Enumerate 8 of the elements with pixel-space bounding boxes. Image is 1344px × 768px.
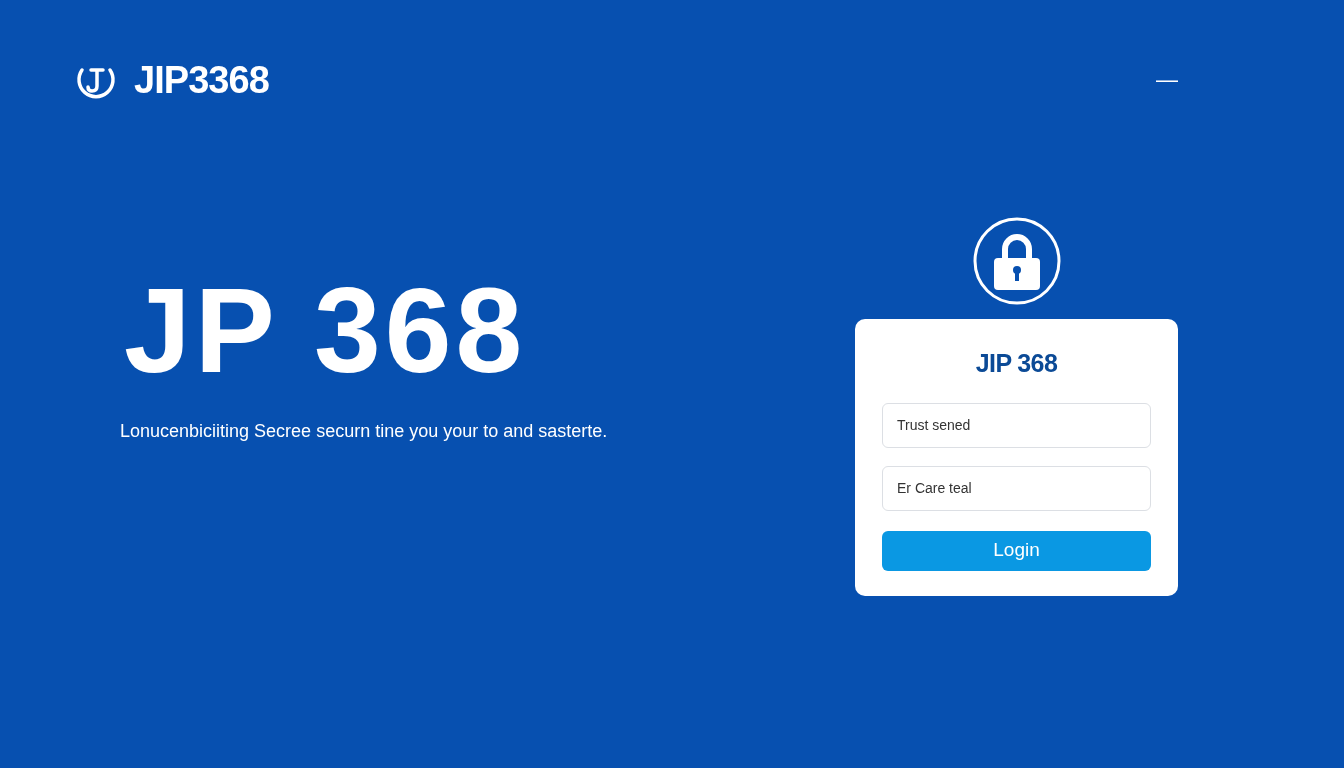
logo-text: JIP3368 xyxy=(134,61,269,99)
minimize-button[interactable]: — xyxy=(1156,69,1178,91)
input-field[interactable]: Er Care teal xyxy=(882,465,1151,511)
card-title: JIP 368 xyxy=(974,348,1059,379)
hero-title: JP 368 xyxy=(123,270,528,390)
input-field[interactable]: Trust sened xyxy=(882,402,1151,448)
lock-icon xyxy=(971,216,1062,306)
tagline: Lonucenbiciiting Secree securn tine you your to and sasterte. xyxy=(120,420,608,443)
